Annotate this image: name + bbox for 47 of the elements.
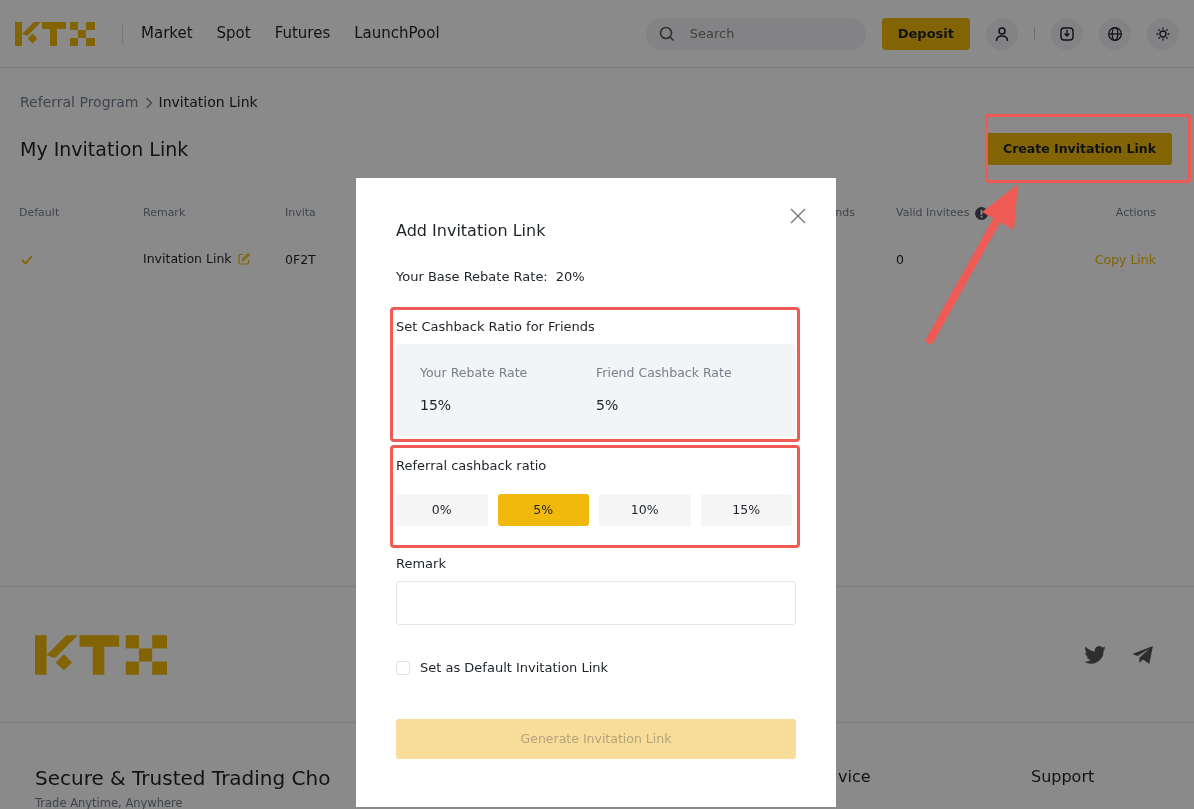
table-cell: 0	[896, 251, 904, 267]
rate-value: 5%	[596, 395, 620, 415]
column-header: Actions	[1115, 205, 1156, 221]
globe-icon[interactable]	[1099, 17, 1131, 50]
nav-link[interactable]: Spot	[216, 22, 251, 45]
nav-link[interactable]: Futures	[274, 22, 331, 45]
section-heading: Referral cashback ratio	[396, 456, 548, 475]
table-cell: 0F2T	[285, 251, 316, 267]
deposit-button[interactable]: Deposit	[881, 17, 970, 50]
column-header: Valid Invitees	[896, 205, 970, 221]
column-header: Remark	[143, 205, 186, 221]
ratio-option[interactable]: 10%	[599, 494, 691, 527]
footer-heading: vice	[838, 766, 872, 788]
column-header: nds	[835, 205, 855, 221]
base-rate-label: Your Base Rebate Rate:	[396, 268, 548, 287]
footer-heading: Support	[1031, 766, 1095, 788]
rate-label: Friend Cashback Rate	[596, 364, 733, 383]
page-title: My Invitation Link	[20, 137, 189, 161]
rate-label: Your Rebate Rate	[420, 364, 529, 383]
field-label: Remark	[396, 555, 447, 574]
table-cell-text: Invitation Link	[143, 250, 232, 268]
remark-field[interactable]	[396, 580, 796, 625]
modal-title: Add Invitation Link	[396, 221, 547, 241]
breadcrumb-link[interactable]: Referral Program	[20, 92, 139, 113]
search-field[interactable]: Search	[645, 17, 866, 50]
section-heading: Set Cashback Ratio for Friends	[396, 317, 596, 336]
chevron-icon	[144, 96, 153, 109]
checkbox-label: Set as Default Invitation Link	[420, 658, 609, 677]
download-icon[interactable]	[1051, 17, 1083, 50]
ratio-option[interactable]: 0%	[396, 494, 488, 527]
breadcrumb-current: Invitation Link	[158, 93, 258, 112]
user-icon[interactable]	[986, 17, 1018, 50]
default-checkbox[interactable]	[396, 660, 410, 675]
create-link-button[interactable]: Create Invitation Link	[987, 133, 1172, 165]
twitter-icon[interactable]	[1084, 645, 1106, 664]
nav-link[interactable]: Market	[141, 22, 193, 45]
send-icon[interactable]	[1132, 645, 1154, 664]
sun-icon[interactable]	[1147, 17, 1179, 50]
footer-headline: Secure & Trusted Trading Cho	[35, 765, 332, 791]
footer-tagline: Trade Anytime, Anywhere	[35, 795, 184, 809]
rate-value: 15%	[420, 395, 453, 415]
ratio-option[interactable]: 15%	[700, 494, 792, 527]
column-header: Invita	[285, 205, 316, 221]
nav-link[interactable]: LaunchPool	[354, 22, 440, 45]
base-rate-value: 20%	[555, 268, 585, 287]
ratio-option[interactable]: 5%	[497, 494, 589, 527]
column-header: Default	[19, 205, 60, 221]
